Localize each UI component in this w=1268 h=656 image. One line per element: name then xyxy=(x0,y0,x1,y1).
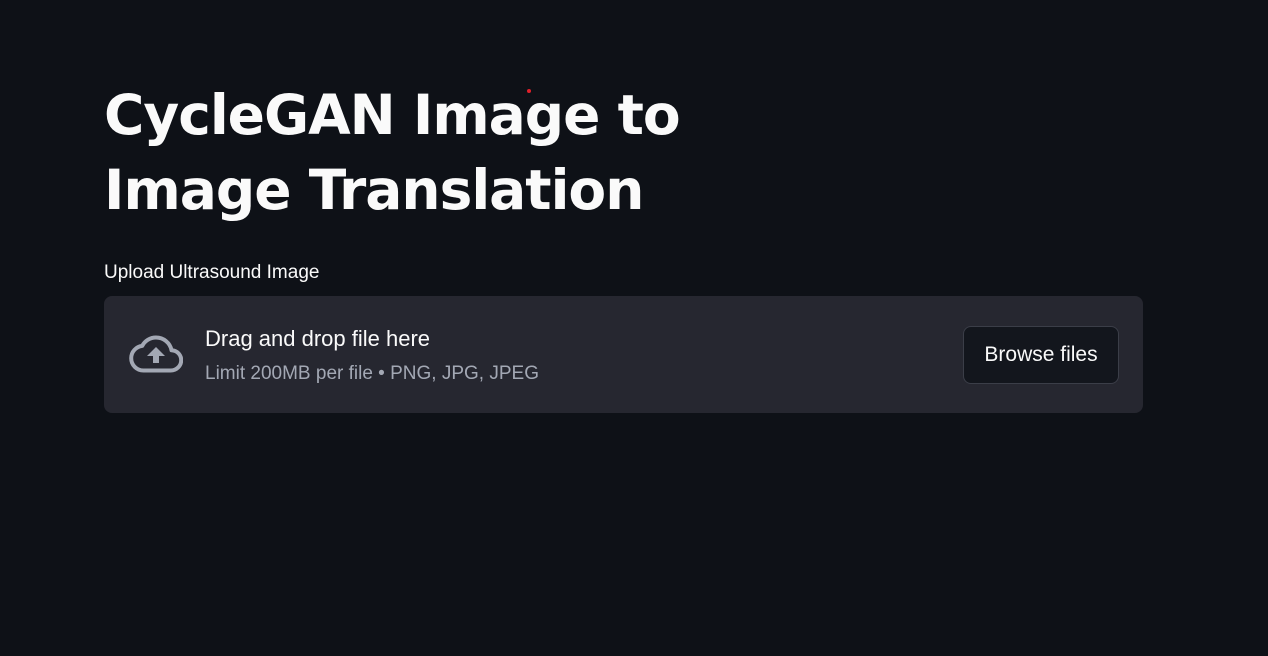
drop-instructions: Drag and drop file here Limit 200MB per … xyxy=(205,326,539,385)
drop-title: Drag and drop file here xyxy=(205,326,431,351)
app-page: CycleGAN Image to Image Translation Uplo… xyxy=(0,0,1268,656)
cloud-upload-icon xyxy=(127,335,184,373)
file-limit-text: Limit 200MB per file • PNG, JPG, JPEG xyxy=(205,363,539,384)
upload-label: Upload Ultrasound Image xyxy=(104,262,320,283)
page-title: CycleGAN Image to Image Translation xyxy=(104,83,681,222)
browse-files-button[interactable]: Browse files xyxy=(963,326,1119,384)
file-dropzone[interactable]: Drag and drop file here Limit 200MB per … xyxy=(104,296,1143,413)
